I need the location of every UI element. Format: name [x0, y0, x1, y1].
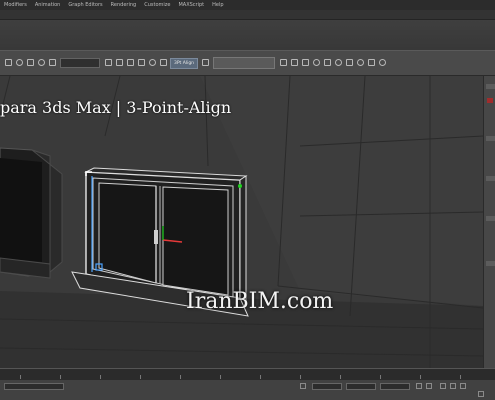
select-object-icon[interactable]	[105, 59, 112, 66]
menu-rendering[interactable]: Rendering	[111, 2, 137, 8]
curve-editor-icon[interactable]	[324, 59, 331, 66]
timeline-tick	[260, 375, 261, 379]
menu-maxscript[interactable]: MAXScript	[178, 2, 204, 8]
timeline-tick	[100, 375, 101, 379]
menu-bar: Modifiers Animation Graph Editors Render…	[0, 0, 495, 10]
render-frame-icon[interactable]	[368, 59, 375, 66]
menu-graph-editors[interactable]: Graph Editors	[68, 2, 102, 8]
main-toolbar: 3Pt Align	[0, 50, 495, 76]
align-icon[interactable]	[291, 59, 298, 66]
z-coordinate-field[interactable]	[380, 383, 410, 390]
three-point-align-button[interactable]: 3Pt Align	[170, 58, 198, 69]
ribbon-strip	[0, 10, 495, 20]
menu-modifiers[interactable]: Modifiers	[4, 2, 27, 8]
next-frame-icon[interactable]	[450, 383, 456, 389]
material-editor-icon[interactable]	[346, 59, 353, 66]
menu-help[interactable]: Help	[212, 2, 223, 8]
window-crossing-icon[interactable]	[138, 59, 145, 66]
command-tab-icon[interactable]	[486, 84, 495, 89]
graphite-icon[interactable]	[313, 59, 320, 66]
status-bar	[0, 380, 495, 400]
timeline-tick	[380, 375, 381, 379]
timeline-tick	[60, 375, 61, 379]
y-coordinate-field[interactable]	[346, 383, 376, 390]
set-key-icon[interactable]	[426, 383, 432, 389]
watermark-text: IranBIM.com	[186, 289, 334, 314]
rotate-icon[interactable]	[160, 59, 167, 66]
timeline-tick	[460, 375, 461, 379]
command-block	[486, 261, 495, 266]
object-color-swatch[interactable]	[487, 98, 493, 103]
timeline-tick	[420, 375, 421, 379]
snap-icon[interactable]	[202, 59, 209, 66]
timeline-tick	[180, 375, 181, 379]
play-icon[interactable]	[440, 383, 446, 389]
undo-icon[interactable]	[5, 59, 12, 66]
named-selection-dropdown[interactable]	[213, 57, 275, 69]
timeline-tick	[140, 375, 141, 379]
timeline-tick	[300, 375, 301, 379]
toolbar-backdrop	[0, 20, 495, 50]
redo-icon[interactable]	[16, 59, 23, 66]
left-window-model	[0, 147, 63, 279]
menu-customize[interactable]: Customize	[144, 2, 170, 8]
zoom-icon[interactable]	[478, 391, 484, 397]
menu-animation[interactable]: Animation	[35, 2, 61, 8]
command-block	[486, 176, 495, 181]
schematic-icon[interactable]	[335, 59, 342, 66]
x-coordinate-field[interactable]	[312, 383, 342, 390]
command-panel[interactable]	[483, 76, 495, 368]
mirror-icon[interactable]	[280, 59, 287, 66]
lock-selection-icon[interactable]	[300, 383, 306, 389]
timeline-tick	[220, 375, 221, 379]
app-window: Modifiers Animation Graph Editors Render…	[0, 0, 495, 400]
auto-key-icon[interactable]	[416, 383, 422, 389]
filter-icon[interactable]	[49, 59, 56, 66]
layer-icon[interactable]	[302, 59, 309, 66]
render-setup-icon[interactable]	[357, 59, 364, 66]
command-block	[486, 216, 495, 221]
region-select-icon[interactable]	[127, 59, 134, 66]
timeline-tick	[340, 375, 341, 379]
bind-icon[interactable]	[38, 59, 45, 66]
link-icon[interactable]	[27, 59, 34, 66]
perspective-viewport[interactable]	[0, 76, 483, 368]
render-icon[interactable]	[379, 59, 386, 66]
select-by-name-icon[interactable]	[116, 59, 123, 66]
overlay-title: para 3ds Max | 3-Point-Align	[0, 98, 232, 117]
command-block	[486, 136, 495, 141]
timeline-track[interactable]	[0, 368, 495, 380]
maxscript-listener-field[interactable]	[4, 383, 64, 390]
last-frame-icon[interactable]	[460, 383, 466, 389]
move-icon[interactable]	[149, 59, 156, 66]
timeline-tick	[20, 375, 21, 379]
selection-filter-dropdown[interactable]	[60, 58, 100, 68]
viewport-scene	[0, 76, 483, 368]
